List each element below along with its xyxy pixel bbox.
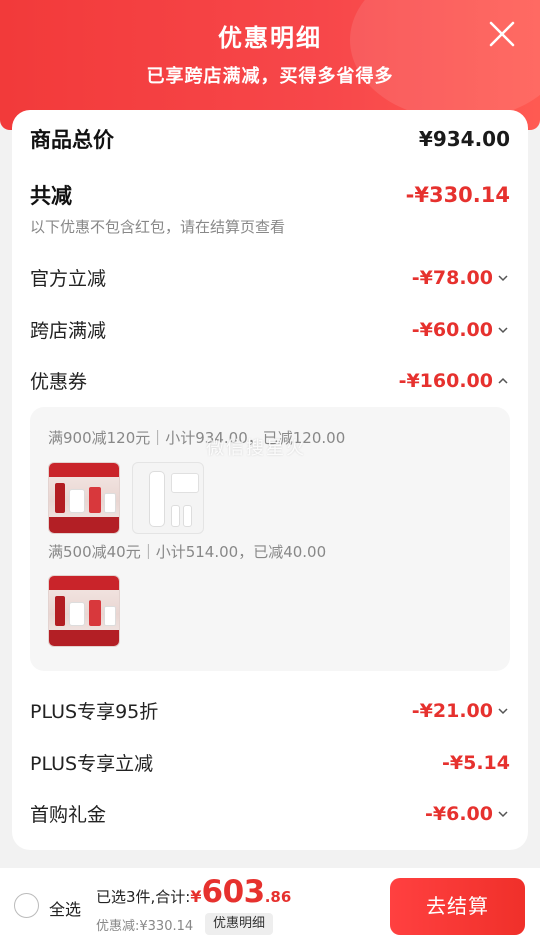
chevron-up-icon [498, 377, 508, 384]
product-thumbnail[interactable] [132, 462, 204, 534]
discount-label: 官方立减 [30, 268, 107, 290]
select-all-radio[interactable] [14, 893, 39, 918]
header-subtitle: 已享跨店满减，买得多省得多 [146, 66, 394, 87]
coupon-line: 满500减40元｜小计514.00，已减40.00 [48, 543, 327, 561]
currency-symbol: ¥ [190, 887, 202, 906]
chevron-down-icon [498, 326, 508, 333]
discount-row-coupon[interactable]: 优惠券 -¥160.00 [30, 367, 510, 394]
discount-value: -¥160.00 [398, 369, 493, 392]
total-price-row: 商品总价 ¥934.00 [30, 124, 510, 154]
discount-detail-card: 商品总价 ¥934.00 共减 -¥330.14 以下优惠不包含红包，请在结算页… [12, 110, 528, 850]
discount-value: -¥5.14 [442, 751, 510, 774]
discount-label: 首购礼金 [30, 804, 107, 826]
discount-label: 优惠券 [30, 371, 88, 393]
discount-label: PLUS专享立减 [30, 753, 154, 775]
product-thumbnail[interactable] [48, 462, 120, 534]
chevron-down-icon [498, 810, 508, 817]
amount-decimal: .86 [264, 888, 292, 906]
discount-row-plusreduce: PLUS专享立减 -¥5.14 [30, 749, 510, 776]
chevron-down-icon [498, 274, 508, 281]
discount-row-crossstore[interactable]: 跨店满减 -¥60.00 [30, 316, 510, 343]
select-all-label[interactable]: 全选 [49, 896, 81, 920]
total-reduce-label: 共减 [30, 183, 72, 208]
close-icon [489, 21, 515, 47]
discount-row-official[interactable]: 官方立减 -¥78.00 [30, 264, 510, 291]
chevron-down-icon [498, 707, 508, 714]
checkout-button[interactable]: 去结算 [390, 878, 525, 935]
discount-label: 跨店满减 [30, 320, 107, 342]
total-price-value: ¥934.00 [418, 127, 510, 151]
discount-label: PLUS专享95折 [30, 701, 159, 723]
discount-value: -¥21.00 [411, 699, 493, 722]
watermark: 微信搜星火 [206, 438, 306, 459]
header-title: 优惠明细 [218, 23, 322, 52]
total-price-label: 商品总价 [30, 127, 114, 152]
product-thumbnail[interactable] [48, 575, 120, 647]
total-reduce-row: 共减 -¥330.14 [30, 180, 510, 210]
amount-integer: 603 [201, 874, 266, 910]
checkout-bar: 全选 已选3件,合计: ¥ 603 .86 优惠减:¥330.14 优惠明细 去… [0, 868, 540, 944]
selected-count-text: 已选3件,合计: [96, 888, 191, 906]
discount-detail-button[interactable]: 优惠明细 [205, 913, 274, 935]
discount-value: -¥6.00 [425, 802, 493, 825]
saved-amount: 优惠减:¥330.14 [96, 919, 194, 934]
coupon-detail-panel: 满900减120元｜小计934.00，已减120.00 微信搜星火 满500减4… [30, 407, 510, 671]
redpacket-note: 以下优惠不包含红包，请在结算页查看 [30, 218, 286, 236]
discount-row-plus95[interactable]: PLUS专享95折 -¥21.00 [30, 697, 510, 724]
discount-value: -¥60.00 [411, 318, 493, 341]
discount-value: -¥78.00 [411, 266, 493, 289]
total-reduce-value: -¥330.14 [405, 183, 510, 207]
close-button[interactable] [486, 18, 518, 50]
total-summary: 已选3件,合计: ¥ 603 .86 [96, 874, 291, 910]
discount-row-firstbuy[interactable]: 首购礼金 -¥6.00 [30, 800, 510, 827]
